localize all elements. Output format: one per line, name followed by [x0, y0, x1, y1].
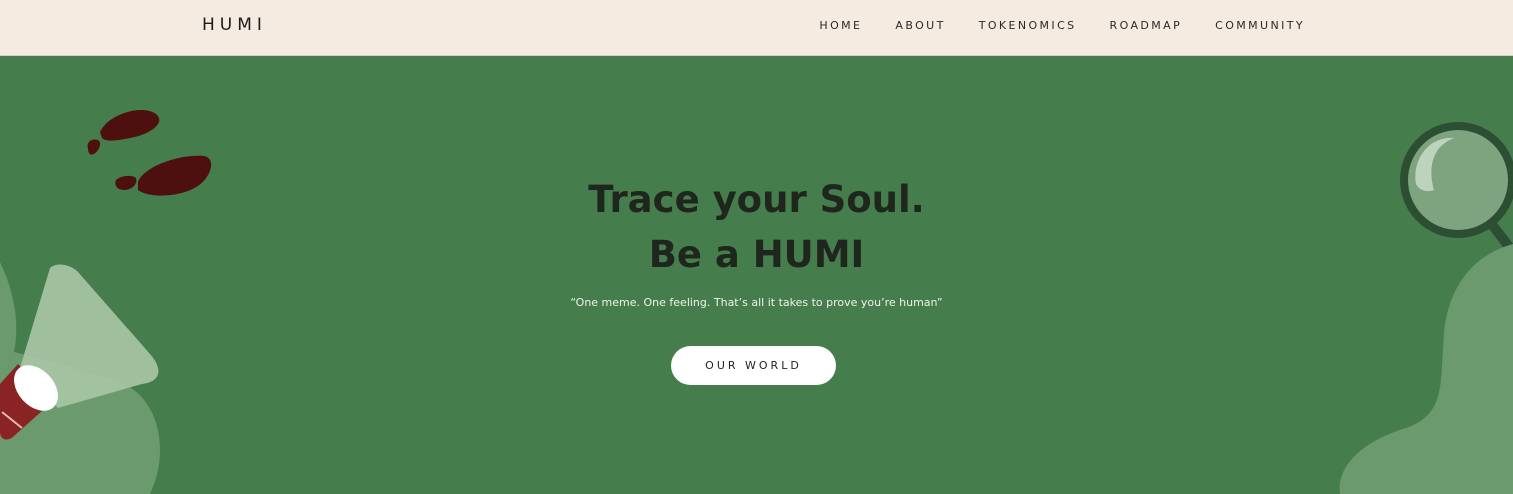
- nav-menu: HOME ABOUT TOKENOMICS ROADMAP COMMUNITY: [819, 19, 1305, 32]
- site-logo[interactable]: HUMI: [202, 15, 267, 35]
- nav-link-roadmap[interactable]: ROADMAP: [1110, 19, 1183, 32]
- hero-section: Trace your Soul. Be a HUMI “One meme. On…: [0, 56, 1513, 494]
- headline-line-1: Trace your Soul.: [588, 178, 925, 221]
- nav-link-tokenomics[interactable]: TOKENOMICS: [979, 19, 1077, 32]
- hero-tagline: “One meme. One feeling. That’s all it ta…: [570, 296, 943, 309]
- nav-link-community[interactable]: COMMUNITY: [1215, 19, 1305, 32]
- landing-page: HUMI HOME ABOUT TOKENOMICS ROADMAP COMMU…: [0, 0, 1513, 494]
- nav-link-home[interactable]: HOME: [819, 19, 862, 32]
- hero-headline: Trace your Soul. Be a HUMI: [0, 172, 1513, 282]
- our-world-button[interactable]: OUR WORLD: [671, 346, 836, 385]
- top-navbar: HUMI HOME ABOUT TOKENOMICS ROADMAP COMMU…: [0, 0, 1513, 56]
- megaphone-icon: [0, 264, 159, 440]
- nav-link-about[interactable]: ABOUT: [895, 19, 945, 32]
- headline-line-2: Be a HUMI: [648, 233, 865, 276]
